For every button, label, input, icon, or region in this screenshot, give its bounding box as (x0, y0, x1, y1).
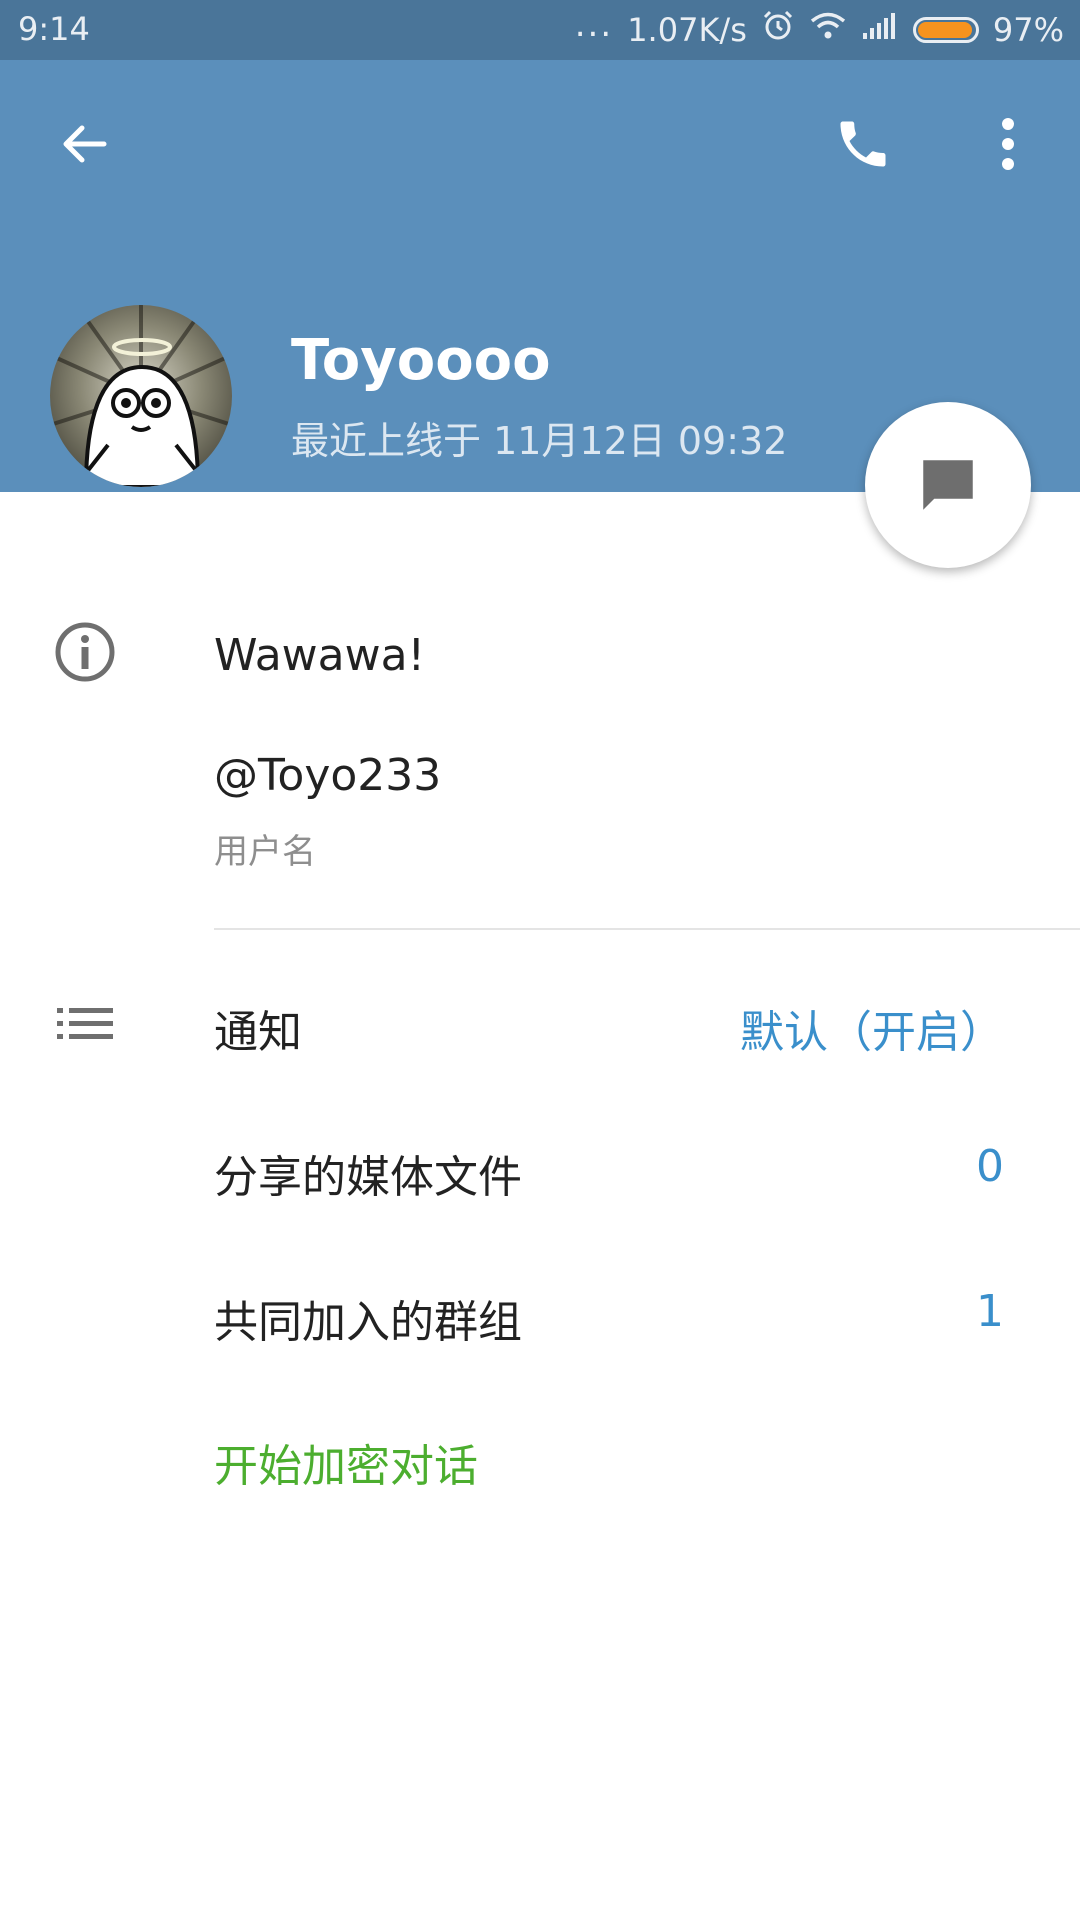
signal-icon (861, 11, 899, 49)
status-time: 9:14 (18, 10, 90, 48)
start-secret-chat-button[interactable]: 开始加密对话 (214, 1430, 478, 1494)
groups-in-common-count: 1 (976, 1286, 1004, 1337)
username-value[interactable]: @Toyo233 (214, 750, 441, 801)
arrow-left-icon (63, 125, 107, 163)
list-icon (50, 989, 120, 1059)
avatar-ghost-image (50, 305, 232, 487)
call-button[interactable] (823, 104, 903, 184)
status-dots: ... (574, 5, 614, 45)
alarm-icon (761, 9, 795, 51)
more-vert-icon (1002, 118, 1014, 170)
chat-bubble-icon (923, 460, 973, 510)
info-icon (50, 617, 120, 687)
profile-name: Toyoooo (291, 328, 551, 393)
groups-in-common-label: 共同加入的群组 (214, 1297, 522, 1348)
network-speed: 1.07K/s (627, 11, 747, 49)
battery-percent: 97% (992, 11, 1064, 49)
bio-text: Wawawa! (214, 630, 426, 681)
avatar[interactable] (50, 305, 232, 487)
shared-media-label: 分享的媒体文件 (214, 1152, 522, 1203)
battery-icon (912, 17, 979, 43)
last-seen-status: 最近上线于 11月12日 09:32 (291, 419, 788, 463)
message-fab[interactable] (865, 402, 1031, 568)
shared-media-count: 0 (976, 1141, 1004, 1192)
more-button[interactable] (968, 104, 1048, 184)
status-bar: 9:14 ... 1.07K/s 97% (0, 0, 1080, 60)
notifications-value: 默认（开启） (740, 1007, 1004, 1058)
status-right: ... 1.07K/s 97% (575, 5, 1064, 51)
notifications-label: 通知 (214, 1007, 302, 1058)
battery-fill (917, 22, 973, 38)
wifi-icon (809, 11, 847, 49)
back-button[interactable] (44, 104, 124, 184)
username-label: 用户名 (214, 832, 316, 872)
section-divider (214, 928, 1080, 930)
phone-icon (840, 121, 886, 167)
